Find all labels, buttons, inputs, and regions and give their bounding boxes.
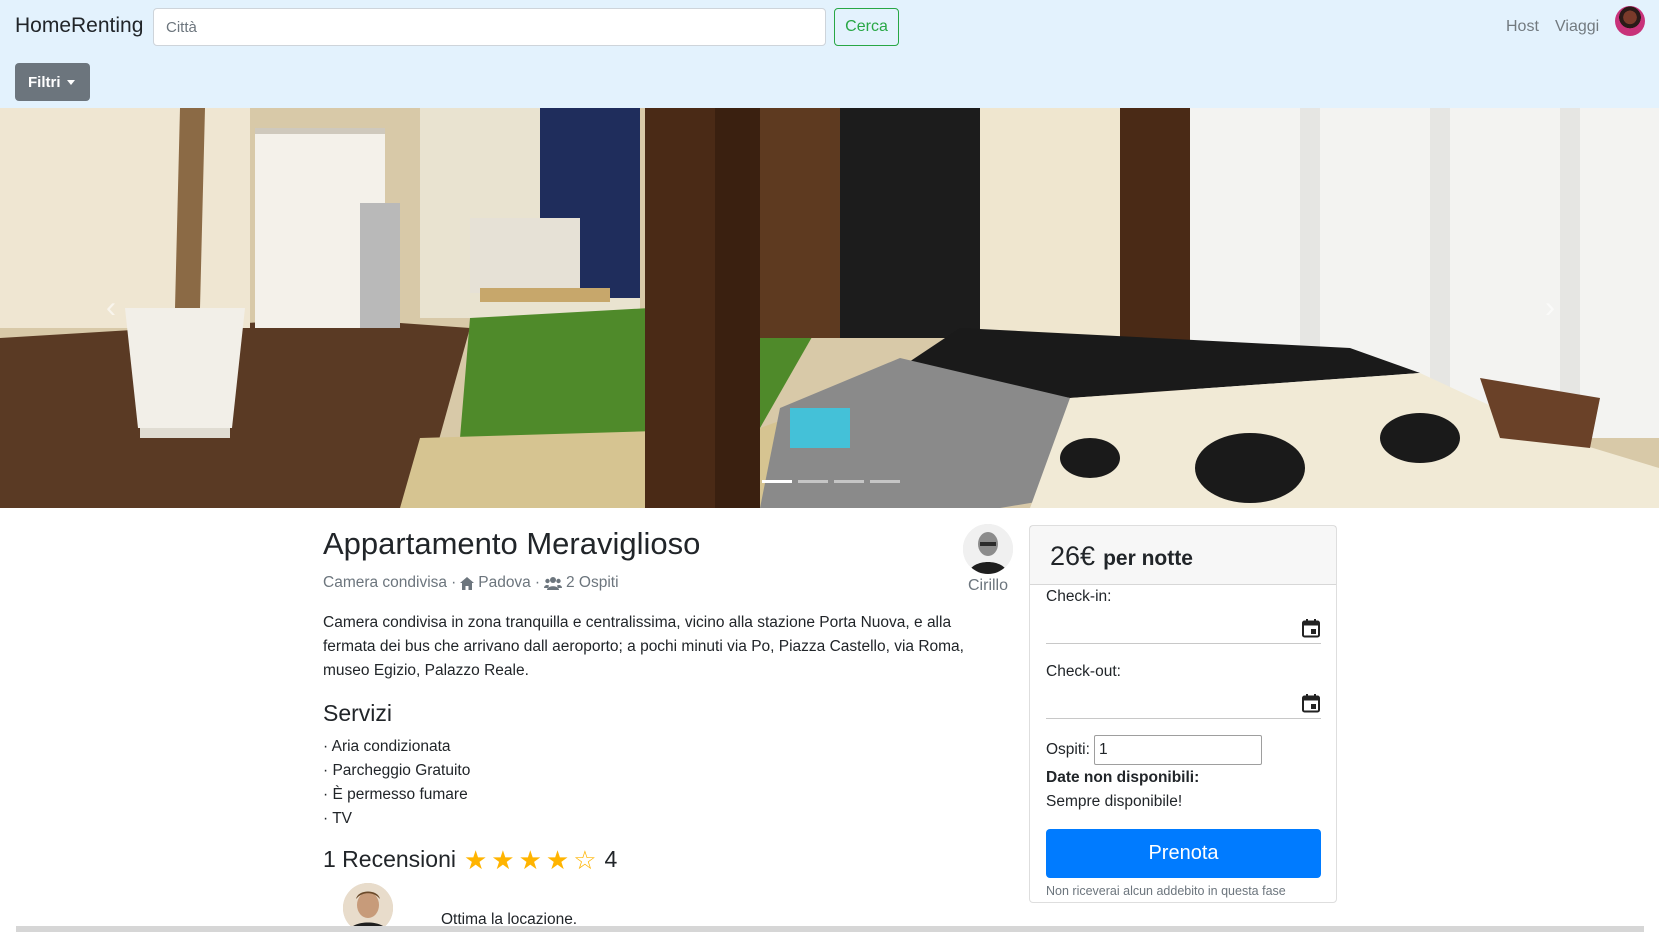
- booking-card: 26€ per notte Check-in: Check-out: Ospit…: [1029, 525, 1337, 903]
- book-button[interactable]: Prenota: [1046, 829, 1321, 878]
- listing-city: Padova: [478, 574, 531, 591]
- home-icon: [460, 576, 475, 590]
- checkout-date-input[interactable]: [1046, 689, 1321, 719]
- separator: ·: [451, 574, 457, 591]
- unavailable-dates-label: Date non disponibili:: [1046, 769, 1200, 786]
- service-item: · Parcheggio Gratuito: [323, 762, 471, 779]
- users-icon: [543, 577, 562, 590]
- listing-guests: 2 Ospiti: [565, 574, 619, 591]
- host-photo: [963, 524, 1013, 574]
- separator: ·: [534, 574, 540, 591]
- star-filled-icon: ★: [545, 844, 570, 875]
- nav-link-host[interactable]: Host: [1506, 18, 1539, 36]
- carousel-prev-icon[interactable]: ‹: [96, 288, 126, 328]
- unavailable-dates-value: Sempre disponibile!: [1046, 793, 1183, 810]
- listing-photo: [0, 108, 1659, 508]
- horizontal-scrollbar[interactable]: [16, 926, 1644, 932]
- carousel-indicator[interactable]: [798, 480, 828, 483]
- checkout-label: Check-out:: [1046, 663, 1121, 680]
- listing-description: Camera condivisa in zona tranquilla e ce…: [323, 614, 964, 679]
- carousel-next-icon[interactable]: ›: [1535, 288, 1565, 328]
- reviews-header: 1 Recensioni ★ ★ ★ ★ ☆ 4: [323, 846, 617, 873]
- services-title: Servizi: [323, 700, 393, 726]
- service-item: · È permesso fumare: [323, 786, 468, 803]
- guests-label: Ospiti:: [1046, 741, 1090, 758]
- guests-input[interactable]: [1094, 735, 1262, 765]
- per-night-label: per notte: [1103, 547, 1193, 570]
- booking-note: Non riceverai alcun addebito in questa f…: [1046, 884, 1286, 898]
- caret-down-icon: [67, 80, 75, 85]
- filters-label: Filtri: [28, 73, 61, 91]
- reviews-count: 1 Recensioni: [323, 846, 456, 872]
- checkin-date-input[interactable]: [1046, 614, 1321, 644]
- service-item: · TV: [323, 810, 352, 827]
- calendar-icon[interactable]: [1301, 693, 1321, 713]
- carousel-indicator[interactable]: [834, 480, 864, 483]
- photo-carousel: ‹ ›: [0, 108, 1659, 508]
- star-filled-icon: ★: [518, 844, 542, 875]
- listing-type: Camera condivisa: [323, 574, 448, 591]
- calendar-icon[interactable]: [1301, 618, 1321, 638]
- host-name[interactable]: Cirillo: [968, 577, 1008, 595]
- city-search-input[interactable]: [153, 8, 826, 46]
- carousel-indicator[interactable]: [762, 480, 792, 483]
- checkin-label: Check-in:: [1046, 588, 1112, 605]
- booking-card-header: 26€ per notte: [1030, 526, 1336, 585]
- listing-meta: Camera condivisa · Padova · 2 Ospiti: [323, 574, 619, 592]
- reviewer-photo: [343, 883, 393, 932]
- services-list: · Aria condizionata · Parcheggio Gratuit…: [323, 735, 470, 831]
- star-empty-icon: ☆: [573, 844, 597, 875]
- rating-value: 4: [604, 846, 618, 872]
- star-filled-icon: ★: [491, 844, 515, 875]
- carousel-indicators: [762, 480, 900, 483]
- service-item: · Aria condizionata: [323, 738, 451, 755]
- carousel-indicator[interactable]: [870, 480, 900, 483]
- star-filled-icon: ★: [463, 844, 488, 875]
- reviewer-avatar: [343, 883, 393, 932]
- rating-stars: ★ ★ ★ ★ ☆: [464, 847, 597, 873]
- listing-title: Appartamento Meraviglioso: [323, 526, 701, 561]
- filters-dropdown-button[interactable]: Filtri: [15, 63, 90, 101]
- brand-logo[interactable]: HomeRenting: [15, 14, 143, 38]
- nav-link-viaggi[interactable]: Viaggi: [1555, 18, 1599, 36]
- price-per-night: 26€: [1050, 541, 1096, 571]
- host-avatar[interactable]: [963, 524, 1013, 574]
- navbar: HomeRenting Cerca Host Viaggi Filtri: [0, 0, 1659, 108]
- user-avatar[interactable]: [1615, 6, 1645, 36]
- search-button[interactable]: Cerca: [834, 8, 899, 46]
